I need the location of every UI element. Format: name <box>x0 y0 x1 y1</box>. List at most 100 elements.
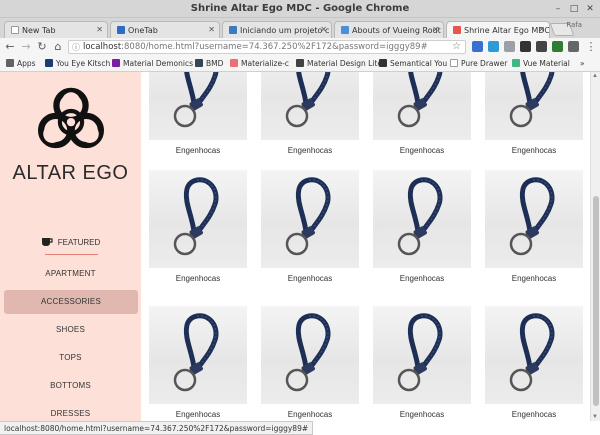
info-icon[interactable]: ⓘ <box>72 42 80 53</box>
product-image[interactable] <box>149 72 247 140</box>
home-button[interactable]: ⌂ <box>51 40 65 54</box>
product-name: Engenhocas <box>511 146 557 155</box>
tab-iniciando[interactable]: Iniciando um projeto c ✕ <box>222 21 332 38</box>
product-card[interactable]: Engenhocas <box>261 306 359 419</box>
product-image[interactable] <box>149 170 247 268</box>
extension-icon[interactable] <box>520 41 531 52</box>
coffee-cup-icon <box>41 238 53 246</box>
nav-item-apartment[interactable]: APARTMENT <box>0 262 141 286</box>
extension-icon[interactable] <box>536 41 547 52</box>
close-window-button[interactable]: ✕ <box>584 3 596 15</box>
profile-button[interactable]: Rafa <box>566 21 582 29</box>
forward-button[interactable]: → <box>19 40 33 54</box>
minimize-button[interactable]: – <box>552 3 564 15</box>
product-card[interactable]: Engenhocas <box>149 170 247 283</box>
product-image[interactable] <box>485 72 583 140</box>
window-title: Shrine Altar Ego MDC - Google Chrome <box>190 3 410 14</box>
product-name: Engenhocas <box>287 146 333 155</box>
cube-icon <box>229 26 237 34</box>
bookmark-star-icon[interactable]: ☆ <box>452 41 461 52</box>
product-image[interactable] <box>261 72 359 140</box>
product-image[interactable] <box>149 306 247 404</box>
close-tab-icon[interactable]: ✕ <box>432 25 439 34</box>
product-name: Engenhocas <box>399 146 445 155</box>
s-icon <box>379 59 387 67</box>
nav-item-bottoms[interactable]: BOTTOMS <box>0 374 141 398</box>
product-card[interactable]: Engenhocas <box>373 72 471 155</box>
extension-icon[interactable] <box>568 41 579 52</box>
product-image[interactable] <box>373 306 471 404</box>
extension-icon[interactable] <box>552 41 563 52</box>
bookmark-semantical[interactable]: Semantical You <box>379 59 447 68</box>
product-card[interactable]: Engenhocas <box>261 170 359 283</box>
product-image[interactable] <box>261 170 359 268</box>
nav-featured[interactable]: FEATURED <box>0 237 141 247</box>
product-image[interactable] <box>261 306 359 404</box>
product-name: Engenhocas <box>511 274 557 283</box>
blank-page-icon <box>11 26 19 34</box>
nav-item-accessories[interactable]: ACCESSORIES <box>4 290 138 314</box>
nav-featured-label: FEATURED <box>57 238 101 247</box>
menu-kebab-icon[interactable]: ⋮ <box>584 40 598 54</box>
apps-grid-icon <box>6 59 14 67</box>
close-tab-icon[interactable]: ✕ <box>96 25 103 34</box>
bookmarks-overflow-button[interactable]: » <box>580 59 585 68</box>
product-card[interactable]: Engenhocas <box>485 72 583 155</box>
bookmark-material-demonics[interactable]: Material Demonics <box>112 59 193 68</box>
vue-material-icon <box>512 59 520 67</box>
bookmark-kitsch[interactable]: You Eye Kitsch <box>45 59 110 68</box>
close-tab-icon[interactable]: ✕ <box>320 25 327 34</box>
product-card[interactable]: Engenhocas <box>261 72 359 155</box>
bookmark-mdl[interactable]: Material Design Lite <box>296 59 382 68</box>
tab-vueing[interactable]: Abouts of Vueing Rout ✕ <box>334 21 444 38</box>
scroll-up-icon[interactable]: ▲ <box>592 73 598 79</box>
scroll-down-icon[interactable]: ▼ <box>592 414 598 420</box>
browser-toolbar: ← → ↻ ⌂ ⓘ localhost:8080/home.html?usern… <box>0 38 600 56</box>
product-image[interactable] <box>485 306 583 404</box>
product-image[interactable] <box>485 170 583 268</box>
address-bar[interactable]: ⓘ localhost:8080/home.html?username=74.3… <box>68 40 466 54</box>
bookmark-vue-material[interactable]: Vue Material <box>512 59 570 68</box>
bookmark-apps[interactable]: Apps <box>6 59 36 68</box>
url-path: :8080/home.html?username=74.367.250%2F17… <box>121 42 428 52</box>
product-name: Engenhocas <box>287 410 333 419</box>
window-titlebar: Shrine Altar Ego MDC - Google Chrome – □… <box>0 0 600 18</box>
status-bar: localhost:8080/home.html?username=74.367… <box>0 421 314 435</box>
close-tab-icon[interactable]: ✕ <box>538 25 545 34</box>
product-image[interactable] <box>373 72 471 140</box>
tab-onetab[interactable]: OneTab ✕ <box>110 21 220 38</box>
product-card[interactable]: Engenhocas <box>485 170 583 283</box>
product-name: Engenhocas <box>511 410 557 419</box>
nav-item-shoes[interactable]: SHOES <box>0 318 141 342</box>
nav-item-dresses[interactable]: DRESSES <box>0 402 141 421</box>
product-card[interactable]: Engenhocas <box>373 306 471 419</box>
product-card[interactable]: Engenhocas <box>485 306 583 419</box>
featured-underline <box>45 254 98 255</box>
material-icon <box>112 59 120 67</box>
scrollbar-thumb[interactable] <box>593 196 599 406</box>
vuetify-extension-icon[interactable] <box>472 41 483 52</box>
vue-devtools-icon[interactable] <box>504 41 515 52</box>
product-name: Engenhocas <box>399 274 445 283</box>
bookmark-pure-drawer[interactable]: Pure Drawer <box>450 59 507 68</box>
product-card[interactable]: Engenhocas <box>373 170 471 283</box>
tab-new-tab[interactable]: New Tab ✕ <box>4 21 108 38</box>
tab-shrine[interactable]: Shrine Altar Ego MDC ✕ <box>446 21 550 38</box>
page-scrollbar[interactable]: ▲ ▼ <box>590 72 600 421</box>
product-card[interactable]: Engenhocas <box>149 72 247 155</box>
nav-item-tops[interactable]: TOPS <box>0 346 141 370</box>
back-button[interactable]: ← <box>3 40 17 54</box>
url-host: localhost <box>83 42 122 52</box>
product-image[interactable] <box>373 170 471 268</box>
close-tab-icon[interactable]: ✕ <box>208 25 215 34</box>
tab-label: OneTab <box>128 26 158 35</box>
tab-label: Iniciando um projeto c <box>240 26 330 35</box>
bookmarks-bar: Apps You Eye Kitsch Material Demonics BM… <box>0 56 600 72</box>
product-card[interactable]: Engenhocas <box>149 306 247 419</box>
reload-button[interactable]: ↻ <box>35 40 49 54</box>
bookmark-bmd[interactable]: BMD <box>195 59 223 68</box>
extension-icon[interactable] <box>488 41 499 52</box>
tab-label: New Tab <box>22 26 56 35</box>
bookmark-materialize[interactable]: Materialize-c <box>230 59 289 68</box>
maximize-button[interactable]: □ <box>568 3 580 15</box>
